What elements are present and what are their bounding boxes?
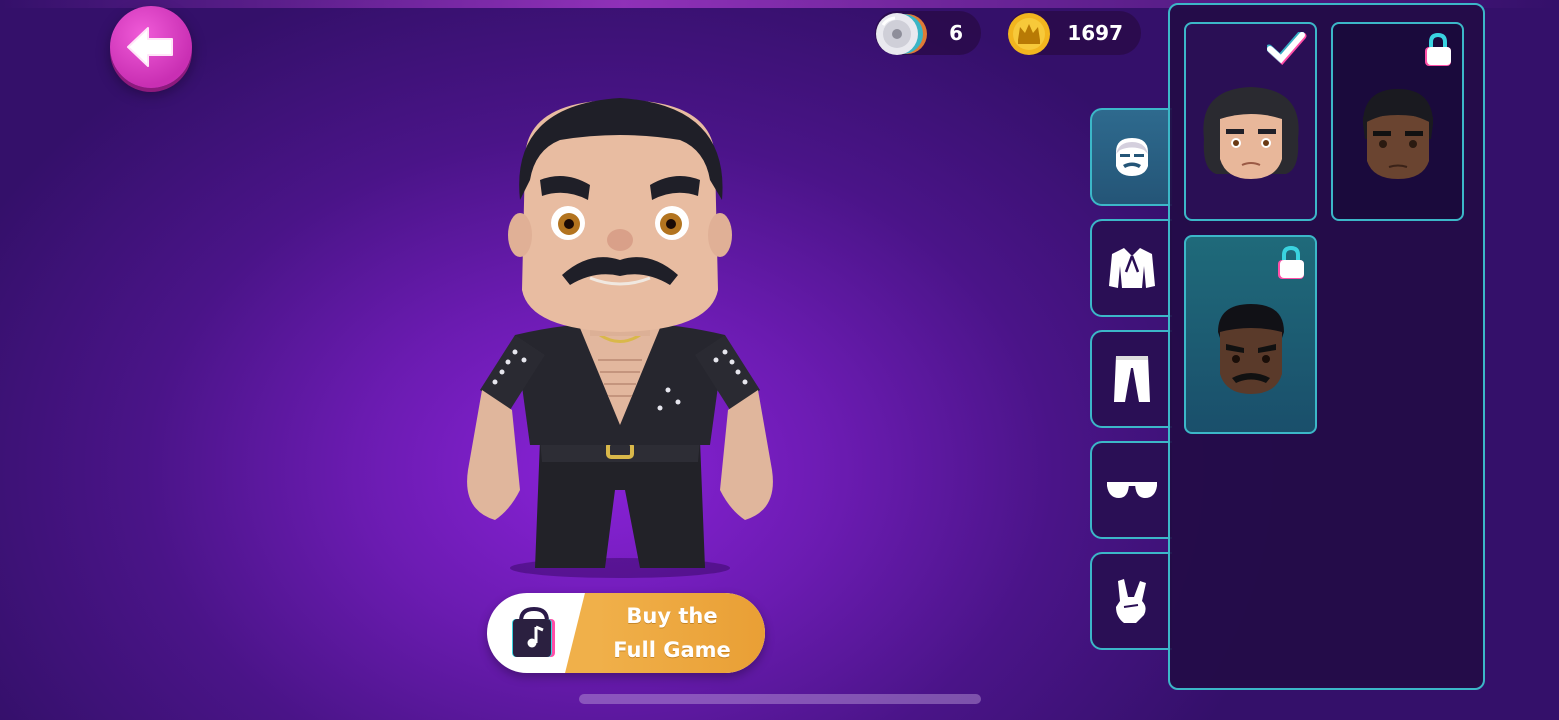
records-counter: 6 — [875, 11, 981, 55]
back-arrow-icon — [127, 27, 173, 67]
head-items-panel — [1168, 3, 1485, 690]
head-item-2[interactable] — [1331, 22, 1464, 221]
records-amount: 6 — [949, 21, 963, 45]
pants-icon — [1114, 356, 1150, 402]
vinyl-record-icon — [876, 13, 927, 55]
character-preview — [440, 90, 800, 580]
jacket-icon — [1109, 248, 1155, 288]
lock-icon — [1425, 32, 1451, 66]
buy-button-line2: Full Game — [613, 638, 731, 662]
buy-button-line1: Buy the — [626, 604, 718, 628]
tab-gesture[interactable] — [1090, 552, 1172, 650]
back-button[interactable] — [110, 6, 192, 88]
head-item-1[interactable] — [1184, 22, 1317, 221]
coins-counter: 1697 — [1008, 11, 1141, 55]
tab-head[interactable] — [1090, 108, 1172, 206]
buy-button-label: Buy the Full Game — [597, 599, 747, 667]
head-item-3[interactable] — [1184, 235, 1317, 434]
coins-amount: 1697 — [1067, 21, 1123, 45]
head-bowl-hair-preview — [1363, 89, 1433, 179]
rock-hand-icon — [1116, 579, 1146, 623]
tab-jacket[interactable] — [1090, 219, 1172, 317]
sunglasses-icon — [1107, 482, 1157, 498]
home-indicator — [579, 694, 981, 704]
buy-full-game-button[interactable]: Buy the Full Game — [487, 593, 765, 673]
head-long-hair-preview — [1203, 87, 1299, 179]
lock-icon — [1278, 245, 1304, 279]
tab-glasses[interactable] — [1090, 441, 1172, 539]
tab-pants[interactable] — [1090, 330, 1172, 428]
checkmark-icon — [1267, 32, 1307, 65]
head-short-hair-preview — [1218, 304, 1284, 394]
crown-coin-icon — [1008, 13, 1050, 55]
music-shopping-bag-icon — [512, 606, 555, 657]
head-icon — [1116, 138, 1148, 176]
